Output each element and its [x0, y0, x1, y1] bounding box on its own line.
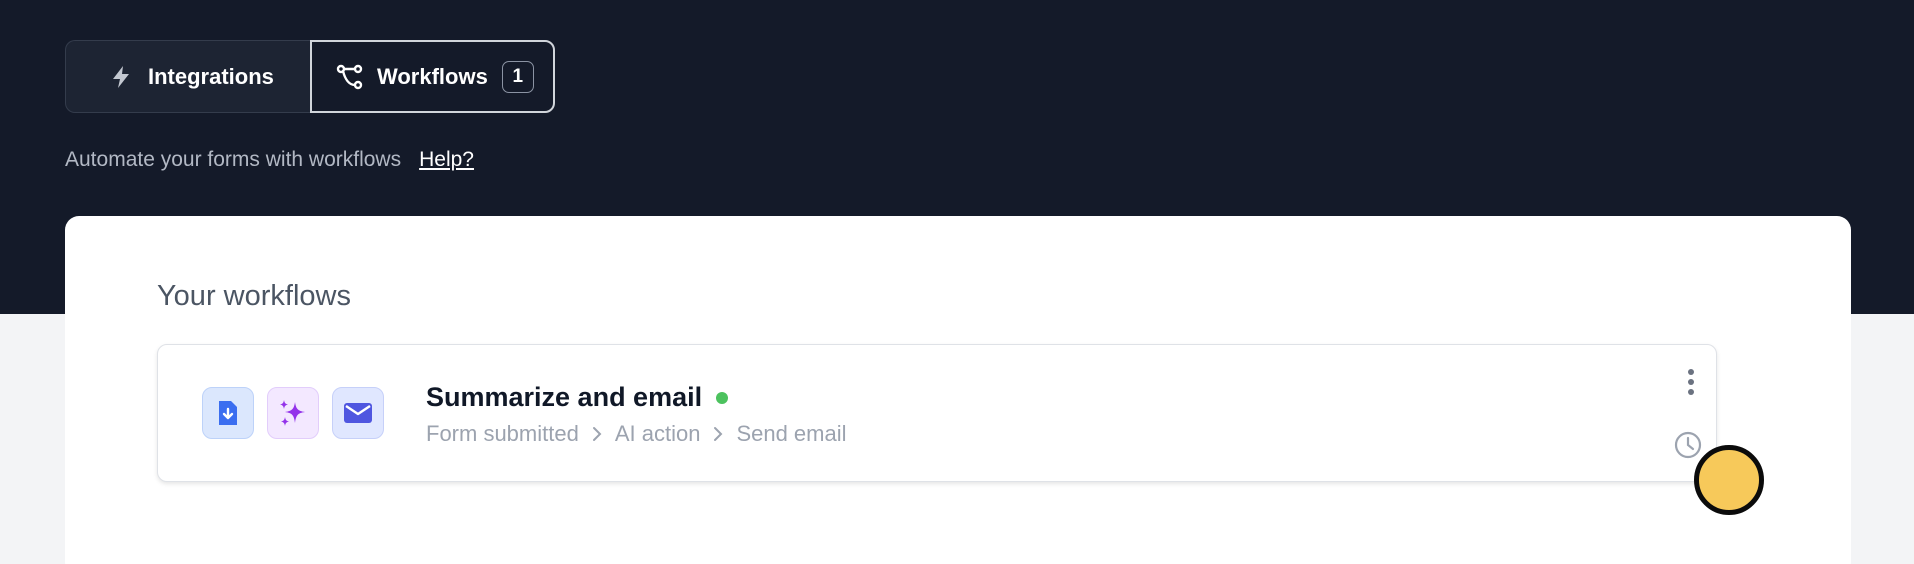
- page-title: Your workflows: [157, 280, 351, 312]
- chevron-right-icon: [592, 426, 602, 442]
- intro-text: Automate your forms with workflows: [65, 148, 402, 171]
- tab-bar: Integrations Workflows 1: [65, 40, 555, 113]
- workflow-name: Summarize and email: [426, 382, 729, 413]
- cursor-indicator: [1694, 445, 1764, 515]
- workflow-steps: Form submitted AI action Send email: [426, 421, 847, 447]
- help-link[interactable]: Help?: [419, 148, 474, 172]
- chevron-right-icon: [713, 426, 723, 442]
- branch-icon: [335, 62, 365, 92]
- tab-workflows[interactable]: Workflows 1: [310, 40, 555, 113]
- sparkles-icon: [267, 387, 319, 439]
- workflow-name-text: Summarize and email: [426, 382, 703, 412]
- status-dot: [716, 391, 729, 404]
- tab-workflows-label: Workflows: [377, 63, 488, 89]
- intro-line: Automate your forms with workflows Help?: [65, 148, 474, 172]
- more-options-icon[interactable]: [1684, 365, 1698, 399]
- workflow-card[interactable]: Summarize and email Form submitted AI ac…: [157, 344, 1717, 482]
- file-download-icon: [202, 387, 254, 439]
- bolt-icon: [106, 62, 136, 92]
- workflow-count-badge: 1: [501, 60, 534, 93]
- step-trigger-label: Form submitted: [426, 421, 579, 446]
- clock-icon[interactable]: [1672, 429, 1704, 461]
- workflows-panel: Your workflows Summarize and email Form …: [65, 216, 1851, 564]
- step-ai-label: AI action: [614, 421, 701, 446]
- tab-integrations[interactable]: Integrations: [65, 40, 310, 113]
- envelope-icon: [332, 387, 384, 439]
- step-email-label: Send email: [736, 421, 847, 446]
- tab-integrations-label: Integrations: [148, 63, 274, 89]
